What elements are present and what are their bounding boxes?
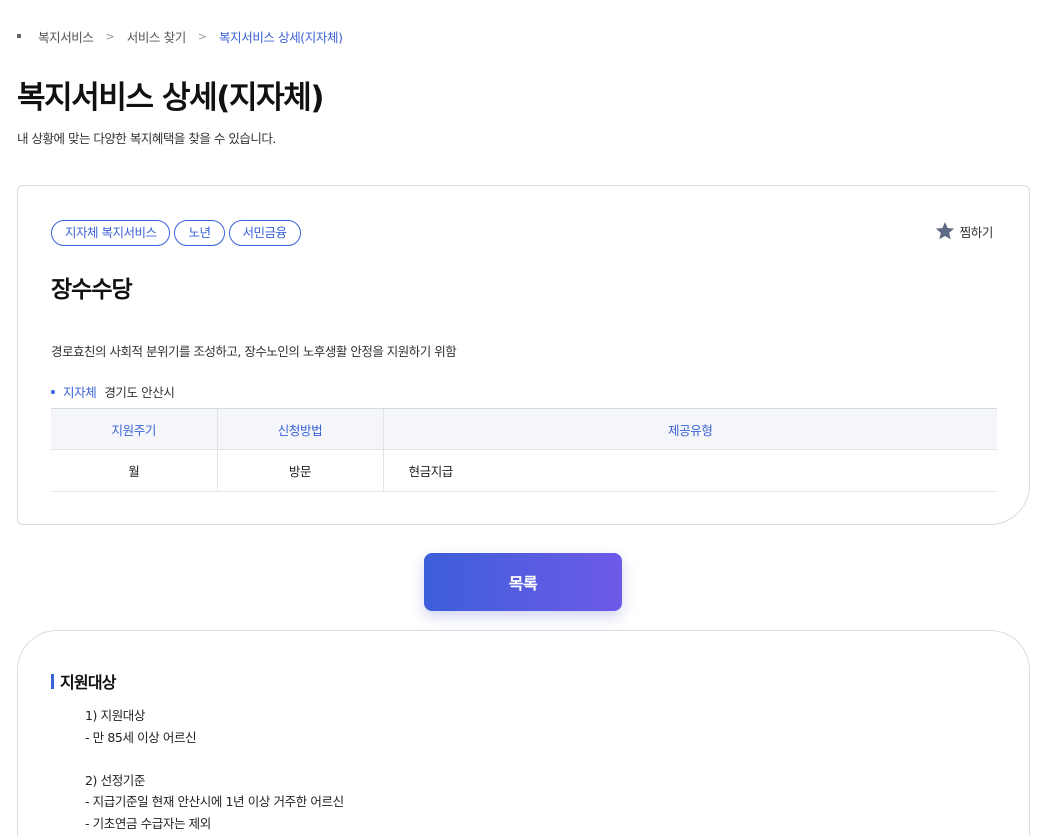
tag-local-welfare[interactable]: 지자체 복지서비스 bbox=[51, 220, 171, 246]
favorite-label: 찜하기 bbox=[959, 224, 994, 240]
section-title: 지원대상 bbox=[51, 669, 116, 693]
eligibility-section: 지원대상 1) 지원대상 - 만 85세 이상 어르신 2) 선정기준 - 지급… bbox=[17, 630, 1030, 836]
tag-list: 지자체 복지서비스 노년 서민금융 bbox=[51, 220, 301, 246]
service-name: 장수수당 bbox=[51, 277, 133, 303]
table-header-cycle: 지원주기 bbox=[51, 408, 217, 450]
page-subtitle: 내 상황에 맞는 다양한 복지혜택을 찾을 수 있습니다. bbox=[17, 131, 276, 146]
table-row: 월 방문 현금지급 bbox=[51, 449, 997, 492]
section-title-text: 지원대상 bbox=[60, 673, 116, 692]
section-line: - 기초연금 수급자는 제외 bbox=[85, 815, 211, 831]
table-header-type: 제공유형 bbox=[382, 408, 997, 450]
section-line: 2) 선정기준 bbox=[85, 772, 146, 788]
breadcrumb-item-welfare-service[interactable]: 복지서비스 bbox=[38, 27, 94, 46]
page-title: 복지서비스 상세(지자체) bbox=[17, 80, 325, 116]
section-body: 1) 지원대상 - 만 85세 이상 어르신 2) 선정기준 - 지급기준일 현… bbox=[85, 705, 344, 834]
table-cell-cycle: 월 bbox=[51, 449, 217, 492]
favorite-button[interactable]: 찜하기 bbox=[934, 220, 993, 242]
support-info-table: 지원주기 신청방법 제공유형 월 방문 현금지급 bbox=[51, 408, 997, 492]
table-header-row: 지원주기 신청방법 제공유형 bbox=[51, 408, 997, 450]
section-line: 1) 지원대상 bbox=[85, 708, 146, 723]
chevron-right-icon: > bbox=[105, 29, 115, 43]
table-cell-type: 현금지급 bbox=[382, 449, 997, 492]
section-title-bar bbox=[51, 673, 54, 689]
service-description: 경로효친의 사회적 분위기를 조성하고, 장수노인의 노후생활 안정을 지원하기… bbox=[51, 344, 457, 359]
chevron-right-icon: > bbox=[197, 29, 208, 43]
service-summary-card: 지자체 복지서비스 노년 서민금융 찜하기 장수수당 경로효친의 사회적 분위기… bbox=[17, 185, 1030, 525]
section-line-blank bbox=[85, 748, 344, 770]
section-line: - 만 85세 이상 어르신 bbox=[85, 729, 197, 745]
breadcrumb-item-current: 복지서비스 상세(지자체) bbox=[219, 29, 343, 45]
list-button[interactable]: 목록 bbox=[424, 553, 622, 611]
section-line: - 지급기준일 현재 안산시에 1년 이상 거주한 어르신 bbox=[85, 794, 344, 809]
region-label: 지자체 bbox=[63, 385, 97, 400]
tag-elderly[interactable]: 노년 bbox=[174, 220, 225, 246]
breadcrumb-item-service-search[interactable]: 서비스 찾기 bbox=[127, 27, 186, 46]
star-icon bbox=[935, 222, 954, 240]
table-cell-method: 방문 bbox=[216, 449, 383, 492]
table-header-method: 신청방법 bbox=[216, 408, 383, 450]
tag-finance[interactable]: 서민금융 bbox=[228, 220, 301, 246]
breadcrumb: 복지서비스 > 서비스 찾기 > 복지서비스 상세(지자체) bbox=[17, 27, 343, 45]
region-value: 경기도 안산시 bbox=[104, 385, 175, 400]
bullet-icon bbox=[51, 389, 55, 394]
region-info: 지자체 경기도 안산시 bbox=[51, 382, 175, 401]
breadcrumb-home-dot bbox=[17, 34, 21, 38]
